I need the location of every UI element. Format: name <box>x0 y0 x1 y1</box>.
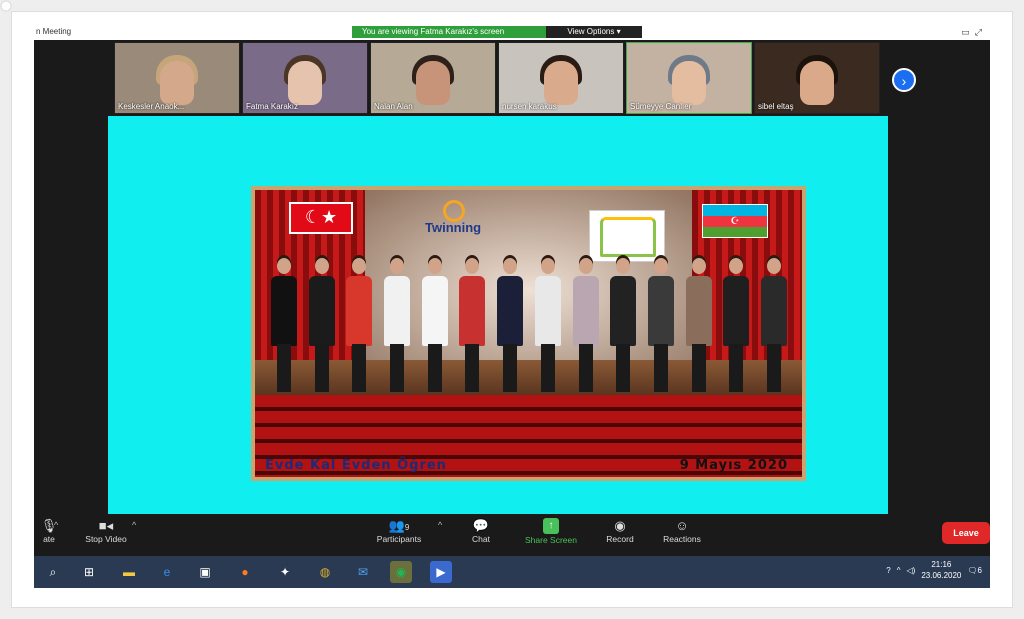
reactions-icon: ☺ <box>675 518 689 533</box>
participant-name: Keskesler Anaok... <box>118 102 185 111</box>
reactions-label: Reactions <box>663 534 701 544</box>
poster-caption: Evde Kal Evden Öğren <box>265 458 447 473</box>
person-figure <box>307 258 337 398</box>
video-camera-icon: ■◂ <box>98 518 114 533</box>
share-banner-text: You are viewing Fatma Karakız's screen <box>352 26 546 38</box>
notifications-icon[interactable]: 🗨6 <box>967 566 982 575</box>
group-photo <box>269 238 789 398</box>
participant-thumbnail[interactable]: nursen karakus <box>498 42 624 114</box>
person-figure <box>344 258 374 398</box>
view-options-button[interactable]: View Options ▾ <box>546 26 642 38</box>
person-figure <box>420 258 450 398</box>
participants-icon: 👥9 <box>388 518 410 533</box>
chat-label: Chat <box>472 534 490 544</box>
record-label: Record <box>606 534 634 544</box>
participant-strip: Keskesler Anaok... Fatma Karakız Nalan Ala… <box>114 42 880 114</box>
mail-icon[interactable]: ✉ <box>352 561 374 583</box>
participant-thumbnail[interactable]: sibel eltaş <box>754 42 880 114</box>
participants-options-caret[interactable]: ^ <box>438 520 442 530</box>
zoom-taskbar-icon[interactable]: ▶ <box>430 561 452 583</box>
share-screen-label: Share Screen <box>525 535 577 545</box>
person-figure <box>457 258 487 398</box>
windows-taskbar: ⌕ ⊞ ▬ e ▣ ● ✦ ◍ ✉ ◉ ▶ ? ^ ◁) 21:16 23.06… <box>34 556 990 588</box>
participant-thumbnail[interactable]: Fatma Karakız <box>242 42 368 114</box>
record-button[interactable]: ◉ Record <box>600 518 640 544</box>
person-figure <box>721 258 751 398</box>
reactions-button[interactable]: ☺ Reactions <box>658 518 706 544</box>
mute-button[interactable]: 🎙 ate <box>34 518 64 544</box>
video-options-caret[interactable]: ^ <box>132 520 136 530</box>
search-icon[interactable]: ⌕ <box>42 561 64 583</box>
turkey-flag-icon: ☾★ <box>289 202 353 234</box>
mute-label: ate <box>43 534 55 544</box>
person-figure <box>269 258 299 398</box>
participant-name: Nalan Alan <box>374 102 413 111</box>
tray-overflow-icon[interactable]: ^ <box>897 566 901 575</box>
participant-thumbnail[interactable]: Nalan Alan <box>370 42 496 114</box>
chevron-right-icon: › <box>901 73 907 89</box>
person-figure <box>608 258 638 398</box>
edge-browser-icon[interactable]: e <box>156 561 178 583</box>
participant-name: Sümeyye Canlıer <box>630 102 692 111</box>
volume-icon[interactable]: ◁) <box>907 566 916 575</box>
person-figure <box>684 258 714 398</box>
participants-label: Participants <box>376 534 422 544</box>
clock[interactable]: 21:16 23.06.2020 <box>921 559 961 581</box>
app-icon[interactable]: ✦ <box>274 561 296 583</box>
store-icon[interactable]: ▣ <box>194 561 216 583</box>
poster-date: 9 Mayıs 2020 <box>679 458 788 473</box>
clock-time: 21:16 <box>931 560 952 569</box>
etwinning-logo-icon <box>443 200 465 222</box>
person-figure <box>759 258 789 398</box>
file-explorer-icon[interactable]: ▬ <box>118 561 140 583</box>
chrome-icon[interactable]: ◍ <box>314 561 336 583</box>
chat-icon: 💬 <box>472 518 490 533</box>
participant-name: sibel eltaş <box>758 102 794 111</box>
share-screen-button[interactable]: ↑ Share Screen <box>520 518 582 545</box>
participant-name: Fatma Karakız <box>246 102 299 111</box>
person-figure <box>382 258 412 398</box>
record-icon: ◉ <box>614 518 626 533</box>
stop-video-label: Stop Video <box>85 534 127 544</box>
participant-thumbnail[interactable]: Keskesler Anaok... <box>114 42 240 114</box>
share-screen-icon: ↑ <box>543 518 559 534</box>
person-figure <box>533 258 563 398</box>
zoom-window: n Meeting ▭ ⤢ You are viewing Fatma Kara… <box>34 26 990 588</box>
twinning-logo-text: Twinning <box>425 220 482 235</box>
firefox-icon[interactable]: ● <box>234 561 256 583</box>
leave-button[interactable]: Leave <box>942 522 990 544</box>
window-controls[interactable]: ▭ ⤢ <box>961 26 982 38</box>
microphone-icon: 🎙 <box>40 518 58 533</box>
spotify-icon[interactable]: ◉ <box>390 561 412 583</box>
participants-count: 9 <box>404 523 410 532</box>
participants-button[interactable]: 👥9 Participants <box>370 518 428 544</box>
next-page-button[interactable]: › <box>892 68 916 92</box>
azerbaijan-flag-icon: ☪ <box>702 204 768 238</box>
share-banner: You are viewing Fatma Karakız's screen V… <box>352 26 642 38</box>
help-icon[interactable]: ? <box>886 566 890 575</box>
shared-poster: ☾★ ☪ Twinning Evde Kal Evden Öğren 9 May… <box>251 186 806 481</box>
participant-thumbnail[interactable]: Sümeyye Canlıer <box>626 42 752 114</box>
stop-video-button[interactable]: ■◂ Stop Video <box>78 518 134 544</box>
person-figure <box>646 258 676 398</box>
notifications-count: 6 <box>977 565 982 575</box>
participant-name: nursen karakus <box>502 102 557 111</box>
audio-options-caret[interactable]: ^ <box>54 520 58 530</box>
person-figure <box>495 258 525 398</box>
system-tray: ? ^ ◁) 21:16 23.06.2020 🗨6 <box>886 559 982 581</box>
person-figure <box>571 258 601 398</box>
chat-button[interactable]: 💬 Chat <box>466 518 496 544</box>
task-view-icon[interactable]: ⊞ <box>78 561 100 583</box>
meeting-toolbar: 🎙 ate ^ ■◂ Stop Video ^ 👥9 Participants … <box>34 514 990 556</box>
window-title: n Meeting <box>36 27 72 36</box>
clock-date: 23.06.2020 <box>921 571 962 580</box>
